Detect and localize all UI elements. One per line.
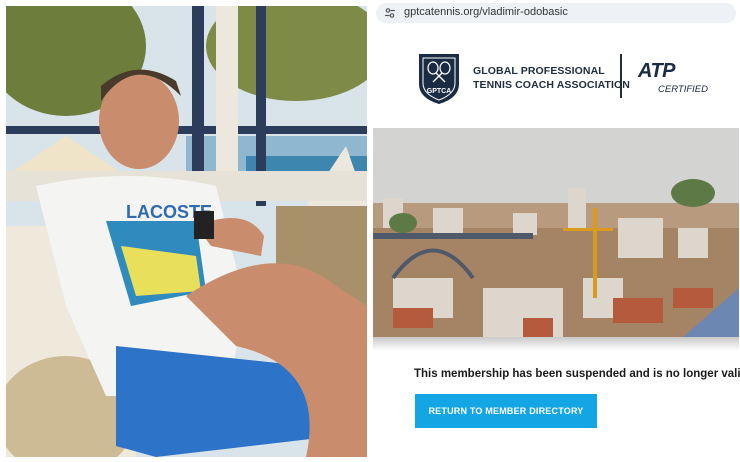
site-settings-icon[interactable] [384, 7, 396, 19]
city-banner-image [373, 128, 739, 337]
org-name-line2: TENNIS COACH ASSOCIATION [473, 79, 630, 91]
suspension-message: This membership has been suspended and i… [414, 368, 740, 380]
return-to-directory-button[interactable]: RETURN TO MEMBER DIRECTORY [415, 394, 597, 428]
profile-photo: LACOSTE [6, 6, 367, 457]
atp-logo: ATP [638, 60, 676, 82]
gptca-badge-text: GPTCA [427, 88, 452, 95]
banner-shadow [373, 337, 739, 351]
org-name-line1: GLOBAL PROFESSIONAL [473, 65, 605, 77]
address-bar[interactable]: gptcatennis.org/vladimir-odobasic [376, 3, 736, 23]
browser-panel: gptcatennis.org/vladimir-odobasic GPTCA … [372, 0, 740, 462]
gptca-logo[interactable]: GPTCA [415, 50, 463, 106]
site-header: GPTCA GLOBAL PROFESSIONAL TENNIS COACH A… [372, 30, 740, 122]
atp-certified-label: CERTIFIED [658, 84, 708, 95]
header-divider [620, 54, 622, 98]
url-text[interactable]: gptcatennis.org/vladimir-odobasic [404, 6, 568, 18]
